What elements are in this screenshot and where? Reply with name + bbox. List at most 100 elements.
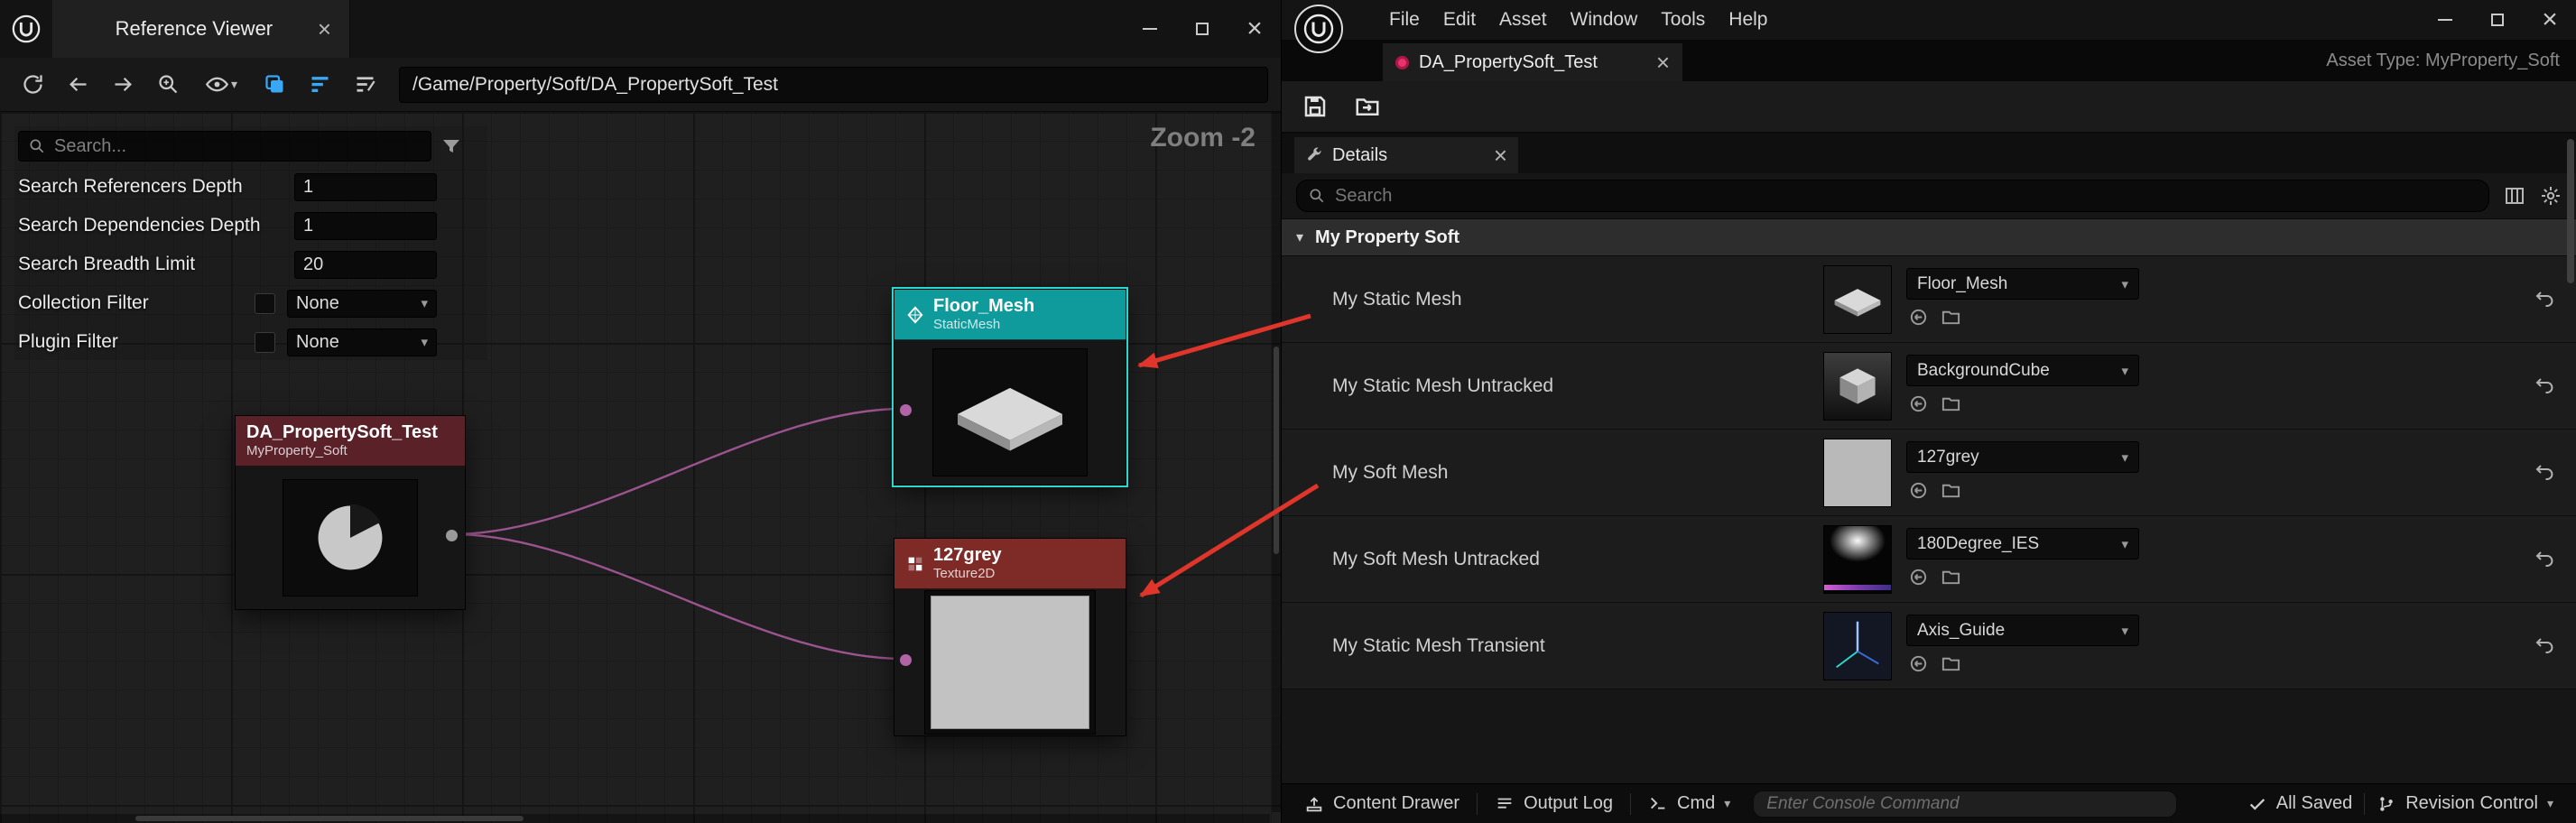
plugin-filter-checkbox[interactable] [255, 332, 275, 353]
asset-dropdown-value: Axis_Guide [1917, 621, 2005, 641]
browse-to-asset-icon[interactable] [1941, 393, 1961, 414]
collection-filter-select[interactable]: None ▾ [287, 290, 437, 318]
texture-icon [905, 554, 925, 574]
dependencies-depth-input[interactable] [294, 212, 437, 240]
gear-icon[interactable] [2540, 185, 2562, 207]
collection-filter-checkbox[interactable] [255, 293, 275, 314]
use-selected-asset-icon[interactable] [1908, 307, 1929, 328]
close-tab-icon[interactable]: × [1494, 143, 1507, 167]
console-command-input[interactable] [1766, 794, 2164, 814]
scrollbar-thumb[interactable] [135, 816, 524, 821]
reset-to-default-button[interactable] [2534, 635, 2556, 657]
maximize-button[interactable] [1176, 0, 1228, 58]
history-back-button[interactable] [58, 65, 97, 105]
scrollbar-thumb[interactable] [1274, 347, 1279, 554]
browse-to-asset-icon[interactable] [1941, 307, 1961, 328]
use-selected-asset-icon[interactable] [1908, 567, 1929, 587]
asset-dropdown[interactable]: BackgroundCube ▾ [1906, 355, 2139, 386]
asset-dropdown[interactable]: Axis_Guide ▾ [1906, 615, 2139, 646]
console-command-box[interactable] [1753, 791, 2177, 818]
graph-node-floor-mesh[interactable]: Floor_Mesh StaticMesh [894, 289, 1126, 485]
cmd-dropdown-button[interactable]: Cmd ▾ [1636, 784, 1742, 823]
sort-filter-button[interactable] [345, 65, 385, 105]
chevron-down-icon: ▾ [1724, 796, 1730, 811]
use-selected-asset-icon[interactable] [1908, 393, 1929, 414]
graph-vertical-scrollbar[interactable] [1272, 112, 1281, 812]
browse-to-asset-icon[interactable] [1941, 480, 1961, 501]
menu-file[interactable]: File [1377, 0, 1432, 40]
chevron-down-icon: ▾ [2547, 796, 2553, 811]
refresh-button[interactable] [13, 65, 52, 105]
input-pin[interactable] [900, 404, 912, 416]
details-search-input[interactable] [1335, 186, 2478, 207]
menu-edit[interactable]: Edit [1432, 0, 1487, 40]
details-scrollbar-thumb[interactable] [2567, 139, 2574, 283]
breadth-limit-input[interactable] [294, 251, 437, 279]
reference-graph-canvas[interactable]: Zoom -2 Search Referencers Depth Search … [0, 112, 1281, 823]
close-button[interactable]: × [1228, 0, 1281, 58]
reset-to-default-button[interactable] [2534, 375, 2556, 397]
close-tab-icon[interactable]: × [318, 17, 331, 41]
asset-thumbnail-background-cube[interactable] [1823, 352, 1892, 421]
menu-asset[interactable]: Asset [1487, 0, 1559, 40]
reset-to-default-button[interactable] [2534, 549, 2556, 570]
asset-dropdown[interactable]: Floor_Mesh ▾ [1906, 268, 2139, 300]
asset-dropdown[interactable]: 180Degree_IES ▾ [1906, 528, 2139, 559]
browse-to-asset-icon[interactable] [1941, 653, 1961, 674]
details-search-box[interactable] [1296, 180, 2489, 212]
output-log-button[interactable]: Output Log [1483, 784, 1625, 823]
revision-control-button[interactable]: Revision Control ▾ [2365, 793, 2565, 814]
asset-thumbnail-180degree-ies[interactable] [1823, 525, 1892, 594]
asset-thumbnail-127grey[interactable] [1823, 439, 1892, 507]
maximize-button[interactable] [2471, 0, 2524, 40]
content-drawer-button[interactable]: Content Drawer [1293, 784, 1471, 823]
menu-tools[interactable]: Tools [1649, 0, 1717, 40]
tab-da-propertysoft-test[interactable]: DA_PropertySoft_Test × [1383, 43, 1682, 81]
menu-window[interactable]: Window [1559, 0, 1650, 40]
reset-to-default-button[interactable] [2534, 289, 2556, 310]
tab-details[interactable]: Details × [1294, 137, 1518, 173]
column-view-icon[interactable] [2504, 185, 2525, 207]
use-selected-asset-icon[interactable] [1908, 480, 1929, 501]
node-title: 127grey [933, 545, 1002, 566]
graph-search-input[interactable] [54, 136, 422, 157]
section-my-property-soft[interactable]: ▾ My Property Soft [1282, 218, 2576, 256]
minimize-button[interactable] [2419, 0, 2471, 40]
minimize-button[interactable] [1124, 0, 1176, 58]
menu-help[interactable]: Help [1717, 0, 1779, 40]
browse-to-asset-button[interactable] [1347, 86, 1388, 127]
plugin-filter-select[interactable]: None ▾ [287, 328, 437, 356]
referencers-depth-input[interactable] [294, 173, 437, 201]
find-path-button[interactable] [148, 65, 188, 105]
close-button[interactable]: × [2524, 0, 2576, 40]
asset-thumbnail-floor-mesh[interactable] [1823, 265, 1892, 334]
search-icon [1308, 187, 1326, 205]
close-tab-icon[interactable]: × [1656, 51, 1670, 74]
use-selected-asset-icon[interactable] [1908, 653, 1929, 674]
graph-search-box[interactable] [18, 131, 431, 162]
visibility-dropdown-button[interactable]: ▾ [193, 65, 249, 105]
output-pin[interactable] [446, 530, 458, 541]
menu-bar: File Edit Asset Window Tools Help × [1282, 0, 2576, 40]
reset-to-default-button[interactable] [2534, 462, 2556, 484]
asset-path-input[interactable] [399, 67, 1268, 103]
asset-editor-window: File Edit Asset Window Tools Help × DA_P… [1282, 0, 2576, 823]
property-row-my-soft-mesh-untracked: My Soft Mesh Untracked 180Degree_IES ▾ [1282, 516, 2576, 603]
asset-dropdown[interactable]: 127grey ▾ [1906, 441, 2139, 473]
browse-to-asset-icon[interactable] [1941, 567, 1961, 587]
asset-thumbnail-axis-guide[interactable] [1823, 612, 1892, 680]
graph-node-da-propertysoft-test[interactable]: DA_PropertySoft_Test MyProperty_Soft [235, 415, 466, 610]
input-pin[interactable] [900, 654, 912, 666]
data-asset-icon [1395, 56, 1409, 69]
graph-node-127grey[interactable]: 127grey Texture2D [894, 538, 1126, 736]
asset-type-label: Asset Type: MyProperty_Soft [2326, 40, 2560, 81]
duplicate-toggle-button[interactable] [255, 65, 294, 105]
save-button[interactable] [1294, 86, 1336, 127]
details-panel: Details × ▾ My Property Soft My Static M… [1282, 134, 2576, 783]
all-saved-button[interactable]: All Saved [2236, 793, 2365, 814]
filter-toggle-button[interactable] [300, 65, 339, 105]
tab-reference-viewer[interactable]: Reference Viewer × [52, 0, 350, 58]
search-filter-icon[interactable] [440, 135, 462, 157]
history-forward-button[interactable] [103, 65, 143, 105]
graph-horizontal-scrollbar[interactable] [0, 814, 1270, 823]
